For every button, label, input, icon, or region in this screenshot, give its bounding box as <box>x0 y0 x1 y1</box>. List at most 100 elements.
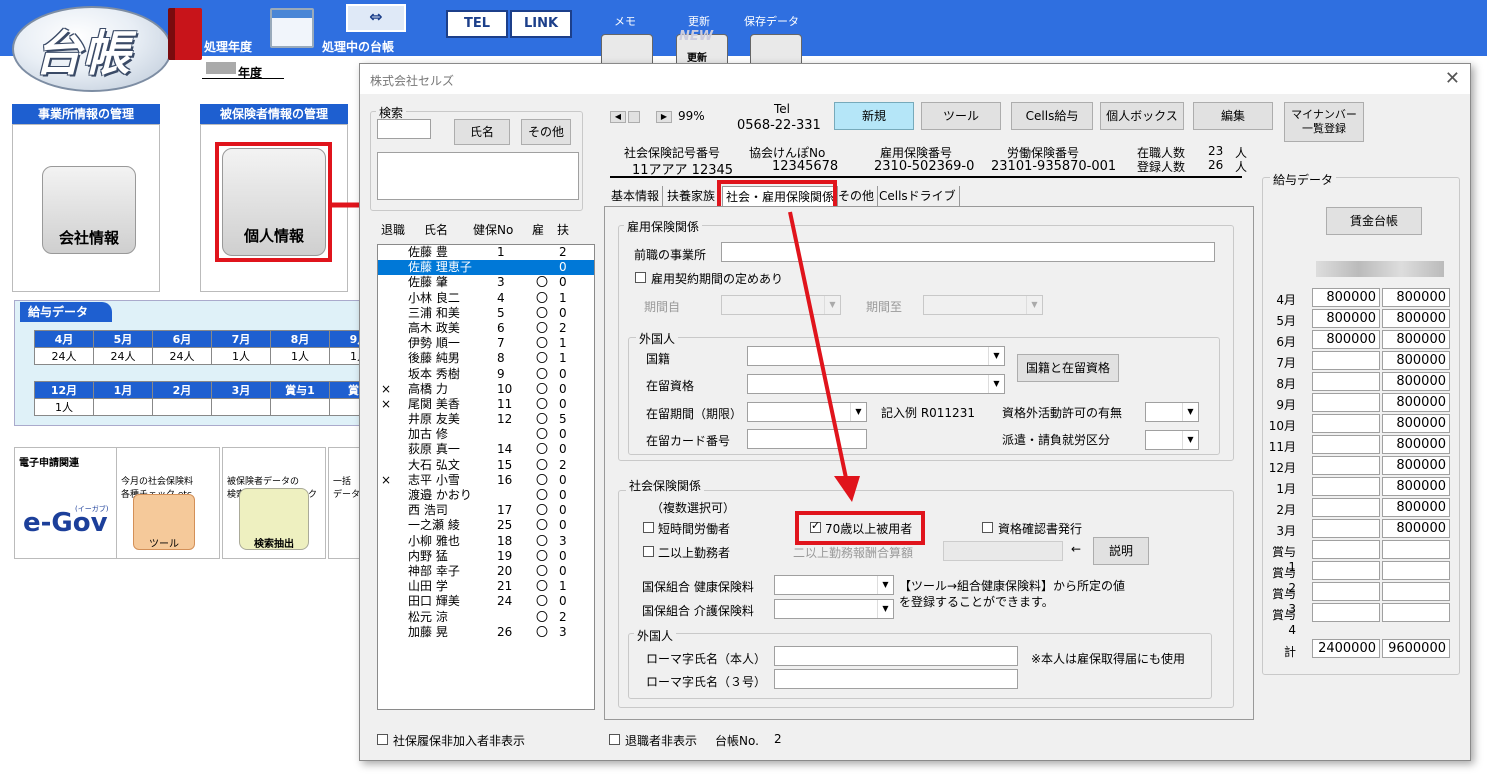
zoom-slider-thumb[interactable] <box>628 111 640 123</box>
employee-row[interactable]: 三浦 和美 5 〇 0 <box>378 306 594 321</box>
employee-row[interactable]: 坂本 秀樹 9 〇 0 <box>378 367 594 382</box>
employee-row[interactable]: 西 浩司 17 〇 0 <box>378 503 594 518</box>
salary-cell-b[interactable] <box>1382 540 1450 559</box>
mynumber-button[interactable]: マイナンバー 一覧登録 <box>1284 102 1364 142</box>
employee-row[interactable]: 渡邉 かおり 〇 0 <box>378 488 594 503</box>
multi-work-checkbox[interactable] <box>643 546 654 557</box>
period-to-select[interactable]: ▼ <box>923 295 1043 315</box>
salary-cell-a[interactable] <box>1312 519 1380 538</box>
link-button[interactable]: LINK <box>510 10 572 38</box>
search-result-box[interactable] <box>377 152 579 200</box>
company-info-button[interactable]: 会社情報 <box>42 166 136 254</box>
new-button[interactable]: 新規 <box>834 102 914 130</box>
search-input[interactable] <box>377 119 431 139</box>
employee-row[interactable]: 内野 猛 19 〇 0 <box>378 549 594 564</box>
romaji-self-input[interactable] <box>774 646 1018 666</box>
edit-button[interactable]: 編集 <box>1193 102 1273 130</box>
employee-row[interactable]: 荻原 真一 14 〇 0 <box>378 442 594 457</box>
kokuho-health-select[interactable]: ▼ <box>774 575 894 595</box>
salary-cell-a[interactable] <box>1312 372 1380 391</box>
employee-row[interactable]: 井原 友美 12 〇 5 <box>378 412 594 427</box>
salary-cell-b[interactable] <box>1382 561 1450 580</box>
salary-cell-a[interactable] <box>1312 393 1380 412</box>
salary-cell-a[interactable]: 800000 <box>1312 288 1380 307</box>
employee-row[interactable]: 佐藤 理恵子 0 <box>378 260 594 276</box>
permission-select[interactable]: ▼ <box>1145 402 1199 422</box>
tab-other[interactable]: その他 <box>835 186 879 208</box>
employee-row[interactable]: 伊勢 順一 7 〇 1 <box>378 336 594 351</box>
salary-cell-a[interactable] <box>1312 414 1380 433</box>
search-other-button[interactable]: その他 <box>521 119 571 145</box>
salary-cell-b[interactable]: 800000 <box>1382 393 1450 412</box>
salary-cell-b[interactable]: 800000 <box>1382 414 1450 433</box>
salary-cell-b[interactable]: 800000 <box>1382 498 1450 517</box>
romaji-3-input[interactable] <box>774 669 1018 689</box>
salary-cell-b[interactable]: 800000 <box>1382 519 1450 538</box>
salary-cell-a[interactable] <box>1312 540 1380 559</box>
salary-cell-a[interactable] <box>1312 351 1380 370</box>
employee-row[interactable]: 後藤 純男 8 〇 1 <box>378 351 594 366</box>
wage-ledger-button[interactable]: 賃金台帳 <box>1326 207 1422 235</box>
employee-row[interactable]: 松元 涼 〇2 <box>378 610 594 625</box>
salary-cell-a[interactable] <box>1312 498 1380 517</box>
employee-list[interactable]: 佐藤 豊 1 2 佐藤 理恵子 0 佐藤 肇 3 〇 0 小林 良二 4 〇 1 三浦 和美 5 〇 0 高木 政… <box>377 244 595 710</box>
employee-row[interactable]: 加古 修 〇0 <box>378 427 594 442</box>
zoom-right-button[interactable]: ▶ <box>656 111 672 123</box>
salary-cell-a[interactable] <box>1312 561 1380 580</box>
monthly-check-tile[interactable]: 今月の社会保険料 各種チェック etc ツール <box>116 447 220 559</box>
salary-cell-b[interactable]: 800000 <box>1382 288 1450 307</box>
employee-row[interactable]: 小林 良二 4 〇 1 <box>378 291 594 306</box>
short-time-checkbox[interactable] <box>643 522 654 533</box>
salary-cell-a[interactable] <box>1312 582 1380 601</box>
tool-button[interactable]: ツール <box>921 102 1001 130</box>
kokuho-care-select[interactable]: ▼ <box>774 599 894 619</box>
personal-box-button[interactable]: 個人ボックス <box>1100 102 1184 130</box>
tab-dependents[interactable]: 扶養家族 <box>664 186 720 208</box>
employee-row[interactable]: × 志平 小雪 16 〇 0 <box>378 473 594 488</box>
employee-row[interactable]: 高木 政美 6 〇 2 <box>378 321 594 336</box>
hide-non-member-checkbox[interactable] <box>377 734 388 745</box>
salary-cell-b[interactable]: 800000 <box>1382 330 1450 349</box>
employee-row[interactable]: × 高橋 力 10 〇 0 <box>378 382 594 397</box>
calendar-icon[interactable] <box>270 8 314 48</box>
qualification-checkbox[interactable] <box>982 522 993 533</box>
employee-row[interactable]: 加藤 晃 26 〇 3 <box>378 625 594 640</box>
search-extract-tile[interactable]: 被保険者データの 検索・抽出・チェック 検索抽出 <box>222 447 326 559</box>
tel-button[interactable]: TEL <box>446 10 508 38</box>
dispatch-select[interactable]: ▼ <box>1145 430 1199 450</box>
salary-cell-b[interactable]: 800000 <box>1382 372 1450 391</box>
employee-row[interactable]: 小柳 雅也 18 〇 3 <box>378 534 594 549</box>
employee-row[interactable]: × 尾関 美香 11 〇 0 <box>378 397 594 412</box>
salary-cell-a[interactable] <box>1312 603 1380 622</box>
switch-arrows-icon[interactable]: ⇔ <box>346 4 406 32</box>
salary-cell-b[interactable] <box>1382 603 1450 622</box>
salary-cell-a[interactable]: 800000 <box>1312 309 1380 328</box>
salary-cell-b[interactable]: 800000 <box>1382 435 1450 454</box>
tab-basic[interactable]: 基本情報 <box>608 186 664 208</box>
salary-cell-b[interactable] <box>1382 582 1450 601</box>
tab-cells-drive[interactable]: Cellsドライブ <box>876 186 960 208</box>
employee-row[interactable]: 田口 輝美 24 〇 0 <box>378 594 594 609</box>
employee-row[interactable]: 山田 学 21 〇 1 <box>378 579 594 594</box>
egov-tile[interactable]: 電子申請関連 e-Gov (イーガブ) <box>14 447 118 559</box>
salary-cell-b[interactable]: 800000 <box>1382 309 1450 328</box>
employee-row[interactable]: 佐藤 豊 1 2 <box>378 245 594 260</box>
employee-row[interactable]: 佐藤 肇 3 〇0 <box>378 275 594 290</box>
salary-cell-b[interactable]: 800000 <box>1382 477 1450 496</box>
nationality-status-button[interactable]: 国籍と在留資格 <box>1017 354 1119 382</box>
multi-calc-input[interactable] <box>943 541 1063 561</box>
salary-cell-a[interactable] <box>1312 477 1380 496</box>
salary-cell-a[interactable]: 800000 <box>1312 330 1380 349</box>
zoom-left-button[interactable]: ◀ <box>610 111 626 123</box>
search-name-button[interactable]: 氏名 <box>454 119 510 145</box>
employee-row[interactable]: 一之瀬 綾 25 〇 0 <box>378 518 594 533</box>
salary-cell-a[interactable] <box>1312 456 1380 475</box>
cells-pay-button[interactable]: Cells給与 <box>1011 102 1093 130</box>
close-icon[interactable]: ✕ <box>1445 68 1460 89</box>
explain-button[interactable]: 説明 <box>1093 537 1149 565</box>
salary-cell-a[interactable] <box>1312 435 1380 454</box>
contract-period-checkbox[interactable] <box>635 272 646 283</box>
salary-cell-b[interactable]: 800000 <box>1382 456 1450 475</box>
salary-cell-b[interactable]: 800000 <box>1382 351 1450 370</box>
hide-retired-checkbox[interactable] <box>609 734 620 745</box>
